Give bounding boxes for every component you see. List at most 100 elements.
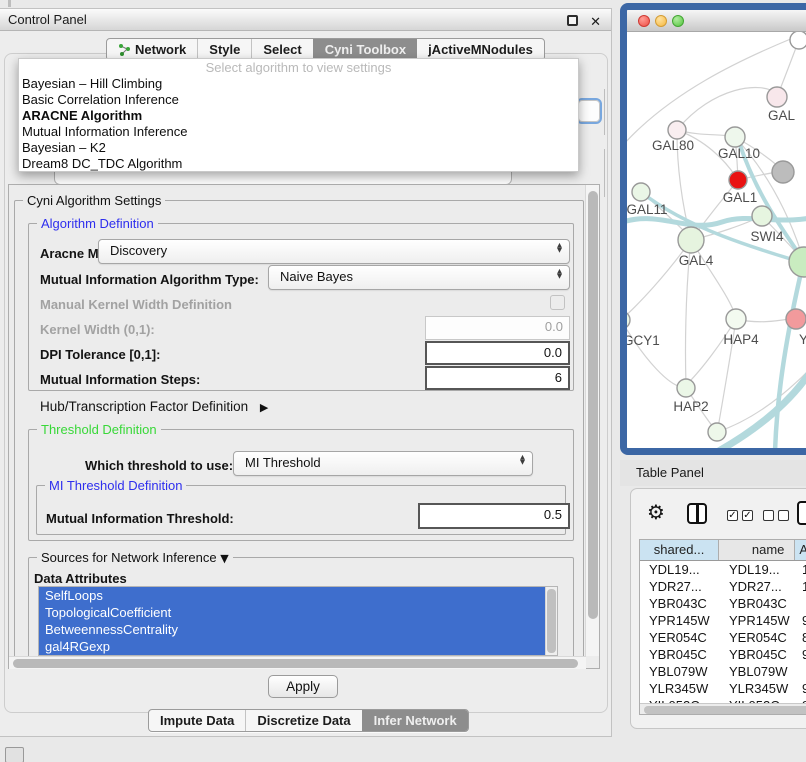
list-scrollbar[interactable] — [545, 587, 557, 656]
close-icon[interactable]: ✕ — [590, 12, 601, 33]
minimize-traffic-light-icon[interactable] — [655, 15, 667, 27]
table-row[interactable]: YLR345WYLR345W9. — [640, 680, 806, 697]
table-row[interactable]: YBL079WYBL079W — [640, 663, 806, 680]
tab-cyni-toolbox[interactable]: Cyni Toolbox — [313, 39, 417, 60]
settings-vertical-scrollbar[interactable] — [585, 185, 599, 656]
network-node-gal10[interactable] — [725, 127, 745, 147]
tab-discretize-data[interactable]: Discretize Data — [245, 710, 361, 731]
which-threshold-combo[interactable]: MI Threshold ▲▼ — [233, 451, 533, 476]
data-attribute-item[interactable]: BetweennessCentrality — [39, 621, 557, 638]
algorithm-option[interactable]: ARACNE Algorithm — [19, 108, 578, 124]
tab-jactivemnodules[interactable]: jActiveMNodules — [417, 39, 544, 60]
table-cell: YDL19... — [720, 561, 797, 578]
table-cell: YBR045C — [720, 646, 797, 663]
node-label: GAL10 — [718, 146, 760, 161]
network-node-gal4[interactable] — [678, 227, 704, 253]
table-cell: YPR145W — [640, 612, 720, 629]
table-cell: YBR043C — [720, 595, 797, 612]
table-row[interactable]: YBR043CYBR043C — [640, 595, 806, 612]
control-panel-titlebar[interactable]: Control Panel ✕ — [0, 9, 611, 31]
tab-infer-network[interactable]: Infer Network — [362, 710, 468, 731]
network-node[interactable] — [789, 247, 806, 277]
bottom-tab-bar: Impute DataDiscretize DataInfer Network — [148, 709, 469, 732]
mi-steps-field[interactable]: 6 — [425, 366, 570, 390]
settings-scrollpane: Cyni Algorithm Settings Algorithm Defini… — [8, 184, 600, 669]
column-header[interactable]: A — [795, 540, 806, 560]
tab-select[interactable]: Select — [251, 39, 312, 60]
table-cell: 9. — [797, 680, 806, 697]
dpi-tolerance-label: DPI Tolerance [0,1]: — [40, 347, 160, 362]
network-node-hap2[interactable] — [677, 379, 695, 397]
table-row[interactable]: YPR145WYPR145W9. — [640, 612, 806, 629]
dpi-tolerance-field[interactable]: 0.0 — [425, 341, 570, 365]
table-cell: YER054C — [640, 629, 720, 646]
aracne-mode-combo[interactable]: Discovery ▲▼ — [98, 239, 570, 264]
algorithm-dropdown-list: Bayesian – Hill ClimbingBasic Correlatio… — [19, 76, 578, 172]
mi-threshold-field[interactable]: 0.5 — [418, 503, 570, 529]
float-window-icon[interactable] — [567, 15, 578, 26]
settings-horizontal-scrollbar[interactable] — [9, 656, 586, 669]
zoom-traffic-light-icon[interactable] — [672, 15, 684, 27]
network-node-swi4[interactable] — [752, 206, 772, 226]
network-node-gal11[interactable] — [632, 183, 650, 201]
algorithm-option[interactable]: Basic Correlation Inference — [19, 92, 578, 108]
table-cell: 9. — [797, 646, 806, 663]
minimized-panel-icon[interactable] — [5, 747, 24, 762]
table-horizontal-scrollbar[interactable] — [640, 703, 806, 715]
algorithm-option[interactable]: Dream8 DC_TDC Algorithm — [19, 156, 578, 172]
table-cell: YLR345W — [640, 680, 720, 697]
manual-kernel-width-checkbox[interactable] — [550, 295, 565, 310]
node-label: GAL1 — [723, 190, 758, 205]
algorithm-option[interactable]: Bayesian – K2 — [19, 140, 578, 156]
table-panel-header[interactable]: Table Panel — [620, 460, 806, 486]
network-node[interactable] — [708, 423, 726, 441]
network-node[interactable] — [772, 161, 794, 183]
expand-right-triangle-icon[interactable]: ▶ — [260, 401, 268, 414]
table-row[interactable]: YBR045CYBR045C9. — [640, 646, 806, 663]
table-row[interactable]: YDR27...YDR27...12 — [640, 578, 806, 595]
gear-icon[interactable]: ⚙ — [647, 500, 665, 524]
column-header[interactable]: shared... — [640, 540, 719, 560]
algorithm-dropdown-prompt: Select algorithm to view settings — [19, 59, 578, 76]
network-node[interactable] — [729, 171, 747, 189]
network-node-hap4[interactable] — [726, 309, 746, 329]
tab-label: Select — [263, 39, 301, 60]
node-label: GAL4 — [679, 253, 714, 268]
data-attribute-item[interactable]: SelfLoops — [39, 587, 557, 604]
apply-button[interactable]: Apply — [268, 675, 338, 698]
node-label: GAL11 — [627, 202, 668, 217]
deselect-all-icon[interactable] — [763, 510, 789, 521]
hub-tf-definition-row[interactable]: Hub/Transcription Factor Definition ▶ — [40, 399, 268, 414]
which-threshold-label: Which threshold to use: — [85, 458, 233, 473]
kernel-width-field[interactable]: 0.0 — [425, 316, 570, 340]
control-panel-window: Control Panel ✕ NetworkStyle Select Cyni T… — [0, 8, 612, 737]
import-table-icon[interactable] — [797, 501, 806, 525]
split-columns-icon[interactable] — [687, 503, 707, 524]
table-row[interactable]: YER054CYER054C8. — [640, 629, 806, 646]
network-node-gal[interactable] — [767, 87, 787, 107]
algorithm-option[interactable]: Bayesian – Hill Climbing — [19, 76, 578, 92]
collapse-down-triangle-icon[interactable]: ▼ — [220, 552, 228, 565]
network-node-y[interactable] — [786, 309, 806, 329]
tab-network[interactable]: Network — [107, 39, 197, 60]
algorithm-combo-focused-fragment[interactable] — [576, 98, 602, 124]
tab-style[interactable]: Style — [197, 39, 251, 60]
network-window-titlebar[interactable] — [627, 10, 806, 32]
algorithm-option[interactable]: Mutual Information Inference — [19, 124, 578, 140]
sources-group-title[interactable]: Sources for Network Inference ▼ — [37, 550, 233, 565]
network-node[interactable] — [790, 32, 806, 49]
tab-impute-data[interactable]: Impute Data — [149, 710, 245, 731]
node-label: GAL80 — [652, 138, 694, 153]
data-attribute-item[interactable]: TopologicalCoefficient — [39, 604, 557, 621]
select-all-icon[interactable]: ✓✓ — [727, 510, 753, 521]
column-header[interactable]: name — [719, 540, 795, 560]
mi-algorithm-type-combo[interactable]: Naive Bayes ▲▼ — [268, 265, 570, 290]
network-canvas[interactable]: GALGAL80GAL10GAL1GAL11SWI4GAL4GCY1HAP4YH… — [627, 32, 806, 448]
table-header-row: shared...nameA — [640, 540, 806, 561]
data-attribute-item[interactable]: gal4RGexp — [39, 638, 557, 655]
settings-content: Cyni Algorithm Settings Algorithm Defini… — [10, 186, 586, 656]
close-traffic-light-icon[interactable] — [638, 15, 650, 27]
network-view-window[interactable]: GALGAL80GAL10GAL1GAL11SWI4GAL4GCY1HAP4YH… — [620, 3, 806, 455]
network-node-gal80[interactable] — [668, 121, 686, 139]
table-row[interactable]: YDL19...YDL19...13 — [640, 561, 806, 578]
